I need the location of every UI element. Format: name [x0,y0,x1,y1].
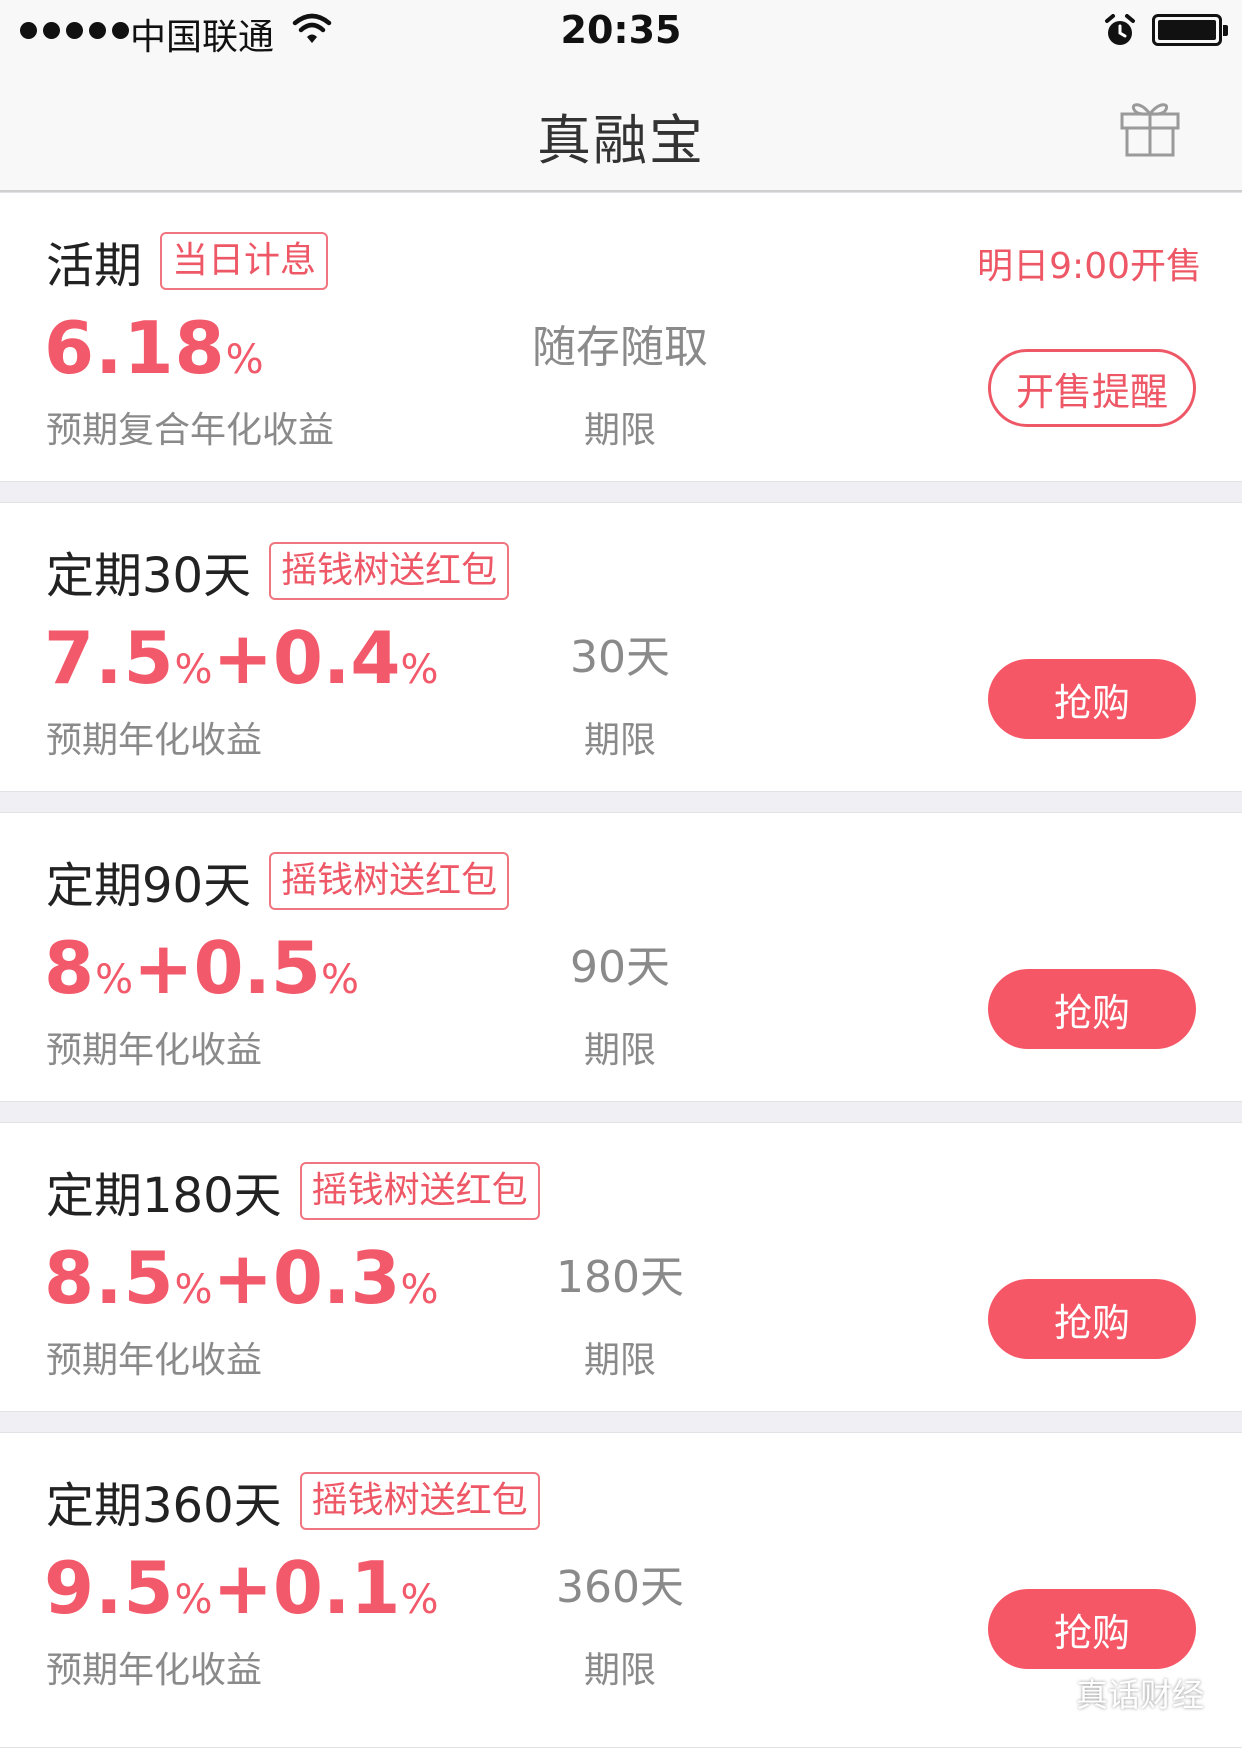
buy-button[interactable]: 抢购 [988,1589,1196,1669]
rate-percent: % [225,337,264,383]
nav-bar: 真融宝 [0,62,1242,192]
term-label: 期限 [583,1340,656,1381]
rate-percent: % [174,647,213,693]
page-title: 真融宝 [537,109,705,172]
buy-button[interactable]: 抢购 [988,1279,1196,1359]
rate-label: 预期年化收益 [46,1340,263,1381]
rate-main: 9.5 [44,1546,175,1630]
buy-button[interactable]: 抢购 [988,659,1196,739]
term-value: 随存随取 [532,322,708,373]
product-rate: 9.5%+0.1% [44,1543,438,1653]
product-name: 定期30天 [46,548,252,604]
rate-label: 预期复合年化收益 [46,410,335,451]
product-rate: 8%+0.5% [44,923,359,1033]
rate-main: 6.18 [44,306,226,390]
product-card-demand[interactable]: 活期 当日计息 6.18% 预期复合年化收益 随存随取 期限 明日9:00开售 … [0,192,1242,482]
product-card-90d[interactable]: 定期90天 摇钱树送红包 8%+0.5% 预期年化收益 90天 期限 抢购 [0,812,1242,1102]
divider [0,482,1242,502]
rate-bonus: +0.5 [133,926,321,1010]
term-label: 期限 [583,410,656,451]
divider [0,1102,1242,1122]
alarm-clock-icon [1105,14,1135,45]
rate-main: 8.5 [44,1236,175,1320]
product-name: 定期90天 [46,858,252,914]
rate-label: 预期年化收益 [46,1650,263,1691]
rate-main: 8 [44,926,96,1010]
product-rate: 6.18% [44,303,264,413]
term-value: 30天 [570,632,670,683]
term-label: 期限 [583,1650,656,1691]
wechat-icon [1022,1675,1066,1709]
product-name: 活期 [46,238,143,294]
battery-icon [1152,14,1228,46]
rate-bonus: +0.3 [212,1236,401,1320]
status-time: 20:35 [560,8,682,52]
term-value: 90天 [570,942,670,993]
divider [0,1412,1242,1432]
product-tag: 摇钱树送红包 [299,1472,540,1530]
product-card-30d[interactable]: 定期30天 摇钱树送红包 7.5%+0.4% 预期年化收益 30天 期限 抢购 [0,502,1242,792]
product-tag: 摇钱树送红包 [299,1162,540,1220]
rate-bonus: +0.4 [212,616,401,700]
watermark: 真话财经 [1022,1670,1204,1716]
term-label: 期限 [583,720,656,761]
rate-percent: % [95,957,134,1003]
rate-bonus: +0.1 [212,1546,401,1630]
sale-reminder-button[interactable]: 开售提醒 [988,349,1196,427]
rate-bonus-percent: % [321,957,360,1003]
term-value: 360天 [556,1562,684,1613]
rate-label: 预期年化收益 [46,1030,263,1071]
product-tag: 当日计息 [160,232,329,290]
product-name: 定期180天 [46,1168,282,1224]
term-label: 期限 [583,1030,656,1071]
rate-bonus-percent: % [400,1577,439,1623]
term-value: 180天 [556,1252,684,1303]
product-rate: 8.5%+0.3% [44,1233,438,1343]
product-card-180d[interactable]: 定期180天 摇钱树送红包 8.5%+0.3% 预期年化收益 180天 期限 抢… [0,1122,1242,1412]
rate-main: 7.5 [44,616,175,700]
gift-icon[interactable] [1118,96,1182,158]
product-tag: 摇钱树送红包 [269,852,510,910]
rate-percent: % [174,1577,213,1623]
buy-button[interactable]: 抢购 [988,969,1196,1049]
product-name: 定期360天 [46,1478,282,1534]
rate-percent: % [174,1267,213,1313]
product-rate: 7.5%+0.4% [44,613,438,723]
status-bar: 中国联通 20:35 [0,0,1242,62]
rate-bonus-percent: % [400,647,439,693]
product-tag: 摇钱树送红包 [269,542,510,600]
watermark-text: 真话财经 [1076,1676,1205,1714]
divider [0,792,1242,812]
rate-label: 预期年化收益 [46,720,263,761]
rate-bonus-percent: % [400,1267,439,1313]
sale-time: 明日9:00开售 [977,246,1202,287]
